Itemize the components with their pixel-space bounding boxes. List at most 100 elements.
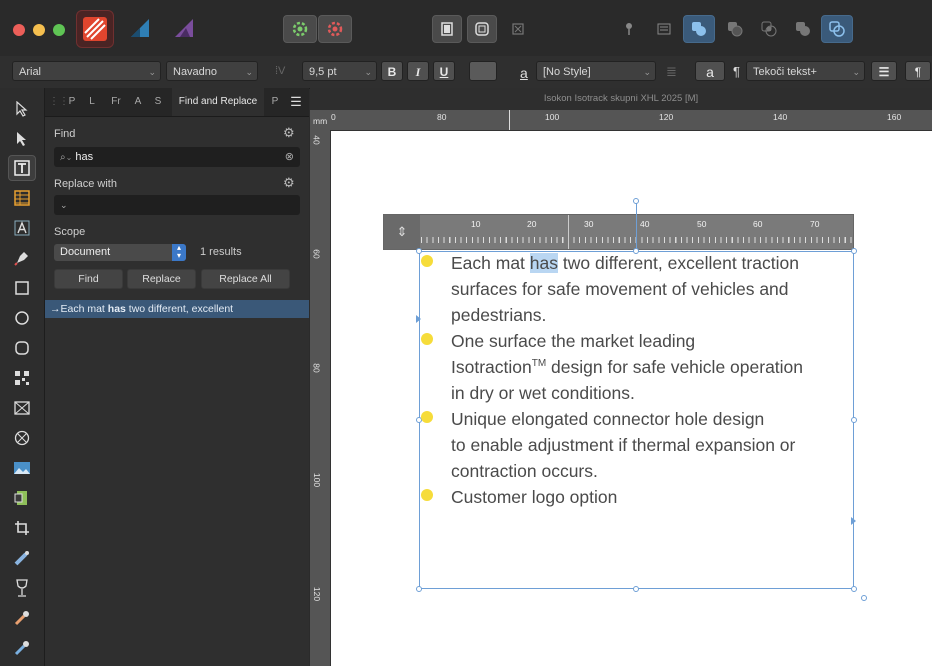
clear-search-icon[interactable]: ⊗ [285, 147, 294, 167]
arrange-button[interactable] [650, 15, 678, 43]
text-flow-in-icon[interactable] [416, 315, 421, 323]
rectangle-tool[interactable] [8, 275, 36, 301]
photo-persona-button[interactable] [166, 10, 202, 46]
tab-pages[interactable]: P [65, 88, 79, 116]
qr-code-tool[interactable] [8, 365, 36, 391]
artistic-text-tool[interactable] [8, 215, 36, 241]
italic-button[interactable]: I [407, 61, 429, 81]
underline-button[interactable]: U [433, 61, 455, 81]
place-image-tool[interactable] [8, 455, 36, 481]
character-button[interactable]: a [695, 61, 725, 81]
fill-tool[interactable] [8, 545, 36, 571]
paragraph-style-select[interactable]: Tekoči tekst+ ⌄ [746, 61, 865, 81]
scope-label: Scope [54, 226, 86, 238]
horizontal-ruler[interactable]: mm 0 80 100 120 140 160 [310, 110, 932, 131]
page-icon [441, 22, 453, 36]
rotation-handle[interactable] [633, 198, 639, 204]
frame-handle-tr[interactable] [851, 248, 857, 254]
bullet-marker [421, 411, 433, 423]
replace-all-button[interactable]: Replace All [201, 269, 290, 289]
tab-fields[interactable]: Fr [107, 88, 125, 116]
rotation-handle-line [636, 202, 637, 252]
frame-text-tool[interactable] [8, 155, 36, 181]
bullet-2-line-2[interactable]: IsotractionTM design for safe vehicle op… [451, 357, 803, 378]
boolean-add-icon [692, 22, 706, 36]
character-style-select[interactable]: [No Style] ⌄ [536, 61, 656, 81]
font-size-field[interactable]: 9,5 pt ⌄ [302, 61, 377, 81]
bullet-3-line-3[interactable]: contraction occurs. [451, 461, 598, 482]
frame-handle-b[interactable] [633, 586, 639, 592]
paragraph-options-button[interactable]: ☰ [871, 61, 897, 81]
frame-handle-r[interactable] [851, 417, 857, 423]
replace-button[interactable]: Replace [127, 269, 196, 289]
tab-styles[interactable]: S [151, 88, 165, 116]
text-color-swatch[interactable] [469, 61, 497, 81]
color-picker-tool[interactable] [8, 605, 36, 631]
frame-overflow-handle[interactable] [861, 595, 867, 601]
pen-tool[interactable] [8, 245, 36, 271]
font-style-select[interactable]: Navadno ⌄ [166, 61, 258, 81]
boolean-divide-button[interactable] [821, 15, 853, 43]
minimize-window-button[interactable] [33, 24, 45, 36]
boolean-subtract-button[interactable] [720, 15, 750, 43]
ruler-grip-icon[interactable]: ⇕ [384, 215, 420, 249]
vertical-ruler[interactable]: 40 60 80 100 120 [310, 130, 331, 666]
result-list-item[interactable]: →Each mat has two different, excellent [45, 300, 309, 318]
bold-button[interactable]: B [381, 61, 403, 81]
publisher-icon [83, 17, 107, 41]
view-mode-bleed-button[interactable] [467, 15, 497, 43]
tab-layers[interactable]: L [85, 88, 99, 116]
format-painter-tool[interactable] [8, 635, 36, 661]
bullet-1-line-3[interactable]: pedestrians. [451, 305, 546, 326]
snapping-button[interactable] [283, 15, 317, 43]
bullet-1-line-1[interactable]: Each mat has two different, excellent tr… [451, 253, 799, 274]
tab-assets[interactable]: A [131, 88, 145, 116]
paragraph-end-button[interactable]: ¶ [905, 61, 931, 81]
ellipse-tool[interactable] [8, 305, 36, 331]
boolean-xor-button[interactable] [788, 15, 818, 43]
view-mode-normal-button[interactable] [432, 15, 462, 43]
view-mode-clip-button[interactable] [503, 15, 533, 43]
text-flow-out-icon[interactable] [851, 517, 856, 525]
frame-handle-bl[interactable] [416, 586, 422, 592]
picture-frame-tool[interactable] [8, 395, 36, 421]
publisher-persona-button[interactable] [76, 10, 114, 48]
font-family-select[interactable]: Arial ⌄ [12, 61, 161, 81]
tab-find-and-replace[interactable]: Find and Replace [172, 88, 264, 116]
frame-handle-br[interactable] [851, 586, 857, 592]
node-tool[interactable] [8, 126, 36, 152]
text-frame-ruler[interactable]: ⇕ 10 20 30 40 50 60 70 [383, 214, 854, 250]
scope-select[interactable]: Document ▴ ▾ [54, 244, 186, 261]
preflight-button[interactable] [318, 15, 352, 43]
page-bleed-icon [475, 22, 489, 36]
tab-preflight[interactable]: P [267, 88, 283, 116]
crop-tool[interactable] [8, 515, 36, 541]
move-tool[interactable] [8, 96, 36, 122]
zoom-window-button[interactable] [53, 24, 65, 36]
replace-settings-gear-icon[interactable]: ⚙ [283, 175, 295, 191]
find-button[interactable]: Find [54, 269, 123, 289]
pin-button[interactable] [614, 15, 644, 43]
find-settings-gear-icon[interactable]: ⚙ [283, 125, 295, 141]
text-ruler-tick: 60 [753, 219, 763, 229]
designer-persona-button[interactable] [122, 10, 158, 46]
rounded-rectangle-tool[interactable] [8, 335, 36, 361]
close-window-button[interactable] [13, 24, 25, 36]
bullet-3-line-2[interactable]: to enable adjustment if thermal expansio… [451, 435, 795, 456]
frame-handle-tl[interactable] [416, 248, 422, 254]
bullet-2-line-1[interactable]: One surface the market leading [451, 331, 695, 352]
bullet-1-line-2[interactable]: surfaces for safe movement of vehicles a… [451, 279, 789, 300]
place-document-tool[interactable] [8, 485, 36, 511]
panel-menu-icon[interactable]: ☰ [286, 88, 306, 116]
ellipse-frame-tool[interactable] [8, 425, 36, 451]
context-toolbar: Arial ⌄ Navadno ⌄ ⁞V 9,5 pt ⌄ B I U a [No S… [0, 56, 932, 89]
bullet-2-line-3[interactable]: in dry or wet conditions. [451, 383, 635, 404]
find-input[interactable]: ⌕⌄ has ⊗ [54, 147, 300, 167]
replace-input[interactable]: ⌄ [54, 195, 300, 215]
boolean-intersect-button[interactable] [754, 15, 784, 43]
bullet-3-line-1[interactable]: Unique elongated connector hole design [451, 409, 764, 430]
boolean-add-button[interactable] [683, 15, 715, 43]
bullet-4-line-1[interactable]: Customer logo option [451, 487, 617, 508]
transparency-tool[interactable] [8, 575, 36, 601]
table-tool[interactable] [8, 185, 36, 211]
